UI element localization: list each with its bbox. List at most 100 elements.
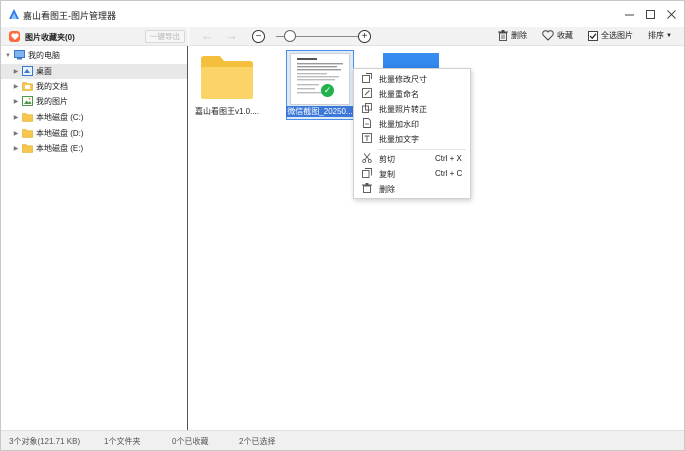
menu-item-label: 批量加文字 — [379, 135, 419, 144]
resize-icon — [362, 73, 372, 83]
tree-item-documents[interactable]: ▶ 我的文档 — [1, 79, 187, 94]
check-icon: ✓ — [321, 84, 334, 97]
menu-item-label: 批量加水印 — [379, 120, 419, 129]
status-selected: 2个已选择 — [239, 437, 276, 446]
file-name: 嘉山看图王v1.0.... — [194, 107, 259, 116]
menu-item-batch-watermark[interactable]: 批量加水印 — [354, 116, 470, 131]
image-thumbnail — [290, 53, 350, 105]
minus-icon: − — [255, 30, 262, 42]
delete-label: 删除 — [511, 31, 527, 40]
status-objects: 3个对象(121.71 KB) — [9, 437, 81, 446]
cut-icon — [362, 153, 372, 163]
rotate-icon — [362, 103, 372, 113]
menu-separator — [378, 149, 466, 150]
rename-icon — [362, 88, 372, 98]
menu-item-label: 剪切 — [379, 155, 395, 164]
menu-item-label: 删除 — [379, 185, 395, 194]
select-all-label: 全选图片 — [601, 31, 633, 40]
context-menu: 批量修改尺寸 批量重命名 批量照片转正 批量加水印 批量加文字 剪切 Ctrl … — [353, 68, 471, 199]
trash-icon — [362, 183, 372, 193]
zoom-in-button[interactable]: + — [358, 30, 371, 43]
pictures-icon — [22, 96, 33, 106]
folder-icon — [22, 129, 33, 138]
status-favorites: 0个已收藏 — [172, 437, 209, 446]
expand-arrow-icon[interactable]: ▼ — [4, 53, 12, 59]
heart-outline-icon — [542, 30, 554, 41]
file-item-image-selected[interactable]: ✓ 微信截图_20250... — [286, 50, 354, 120]
menu-item-cut[interactable]: 剪切 Ctrl + X — [354, 151, 470, 166]
collapse-arrow-icon[interactable]: ▶ — [12, 68, 20, 75]
tree-item-label: 桌面 — [36, 67, 52, 76]
collapse-arrow-icon[interactable]: ▶ — [12, 145, 20, 152]
collapse-arrow-icon[interactable]: ▶ — [12, 83, 20, 90]
select-all-checkbox[interactable]: 全选图片 — [588, 30, 633, 41]
maximize-button[interactable] — [639, 5, 661, 23]
watermark-icon — [363, 118, 371, 128]
tree-item-label: 我的电脑 — [28, 51, 60, 60]
folder-icon — [22, 113, 33, 122]
menu-item-copy[interactable]: 复制 Ctrl + C — [354, 166, 470, 181]
folder-tree: ▼ 我的电脑 ▶ 桌面 ▶ 我的文档 ▶ 我的图片 ▶ 本地磁盘 (C:) ▶ … — [1, 46, 188, 430]
menu-item-label: 复制 — [379, 170, 395, 179]
file-item-folder[interactable]: 嘉山看图王v1.0.... — [193, 50, 261, 120]
window-title: 嘉山看图王-图片管理器 — [23, 11, 116, 21]
close-icon — [666, 9, 676, 19]
minimize-button[interactable] — [618, 5, 640, 23]
menu-shortcut: Ctrl + X — [435, 154, 462, 163]
minimize-icon — [624, 14, 634, 15]
collapse-arrow-icon[interactable]: ▶ — [12, 114, 20, 121]
plus-icon: + — [361, 30, 368, 42]
close-button[interactable] — [660, 5, 682, 23]
folder-icon — [22, 144, 33, 153]
menu-item-batch-resize[interactable]: 批量修改尺寸 — [354, 71, 470, 86]
favorites-label[interactable]: 图片收藏夹(0) — [25, 32, 75, 43]
collapse-arrow-icon[interactable]: ▶ — [12, 130, 20, 137]
zoom-out-button[interactable]: − — [252, 30, 265, 43]
back-arrow-icon[interactable]: ← — [201, 28, 214, 43]
text-icon — [362, 133, 372, 143]
status-bar: 3个对象(121.71 KB) 1个文件夹 0个已收藏 2个已选择 — [1, 430, 684, 450]
title-bar: 嘉山看图王-图片管理器 — [1, 1, 684, 27]
maximize-icon — [645, 9, 655, 19]
menu-item-label: 批量修改尺寸 — [379, 75, 427, 84]
copy-icon — [362, 168, 372, 178]
file-name: 微信截图_20250... — [286, 106, 354, 117]
status-folders: 1个文件夹 — [104, 437, 141, 446]
favorites-bar: 图片收藏夹(0) 一键导出 — [1, 27, 188, 46]
main-toolbar: ← → − + 删除 收藏 全选图片 排序 ▼ — [189, 27, 684, 46]
menu-item-batch-text[interactable]: 批量加文字 — [354, 131, 470, 146]
sort-dropdown[interactable]: 排序 ▼ — [648, 30, 672, 41]
menu-item-label: 批量照片转正 — [379, 105, 427, 114]
zoom-slider-handle[interactable] — [284, 30, 296, 42]
tree-item-label: 本地磁盘 (C:) — [36, 113, 84, 122]
menu-item-batch-rename[interactable]: 批量重命名 — [354, 86, 470, 101]
menu-item-batch-rotate[interactable]: 批量照片转正 — [354, 101, 470, 116]
tree-item-label: 我的图片 — [36, 97, 68, 106]
sort-label: 排序 — [648, 31, 664, 40]
documents-icon — [22, 82, 33, 91]
tree-item-label: 本地磁盘 (D:) — [36, 129, 84, 138]
heart-icon — [9, 31, 20, 42]
menu-item-label: 批量重命名 — [379, 90, 419, 99]
tree-item-label: 本地磁盘 (E:) — [36, 144, 84, 153]
trash-icon — [498, 30, 508, 41]
app-window: 嘉山看图王-图片管理器 图片收藏夹(0) 一键导出 ▼ 我的电脑 ▶ 桌面 ▶ … — [0, 0, 685, 451]
tree-item-pictures[interactable]: ▶ 我的图片 — [1, 94, 187, 109]
chevron-down-icon: ▼ — [666, 32, 672, 39]
tree-item-disk-d[interactable]: ▶ 本地磁盘 (D:) — [1, 126, 187, 141]
collapse-arrow-icon[interactable]: ▶ — [12, 98, 20, 105]
checkbox-checked-icon — [588, 30, 598, 41]
tree-item-disk-e[interactable]: ▶ 本地磁盘 (E:) — [1, 141, 187, 156]
menu-item-delete[interactable]: 删除 — [354, 181, 470, 196]
export-button[interactable]: 一键导出 — [145, 30, 185, 43]
favorite-button[interactable]: 收藏 — [542, 30, 573, 41]
app-logo-icon — [9, 9, 19, 19]
tree-item-my-computer[interactable]: ▼ 我的电脑 — [1, 48, 187, 63]
delete-button[interactable]: 删除 — [498, 30, 527, 41]
favorite-label: 收藏 — [557, 31, 573, 40]
folder-icon — [201, 56, 253, 99]
tree-item-disk-c[interactable]: ▶ 本地磁盘 (C:) — [1, 110, 187, 125]
tree-item-desktop[interactable]: ▶ 桌面 — [1, 64, 187, 79]
menu-shortcut: Ctrl + C — [435, 169, 463, 178]
forward-arrow-icon[interactable]: → — [225, 28, 238, 43]
